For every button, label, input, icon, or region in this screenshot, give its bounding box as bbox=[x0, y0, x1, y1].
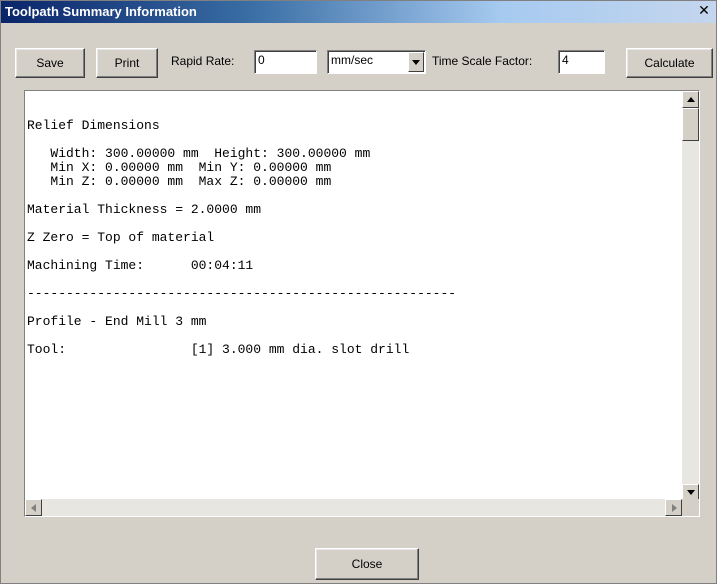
horizontal-scrollbar[interactable] bbox=[25, 499, 682, 516]
title-bar: Toolpath Summary Information ✕ bbox=[1, 1, 716, 23]
summary-line: Material Thickness = 2.0000 mm bbox=[27, 202, 262, 217]
summary-line: Min Z: 0.00000 mm Max Z: 0.00000 mm bbox=[27, 174, 332, 189]
summary-text: Relief Dimensions Width: 300.00000 mm He… bbox=[27, 119, 456, 357]
time-scale-label: Time Scale Factor: bbox=[432, 54, 533, 68]
summary-line: Width: 300.00000 mm Height: 300.00000 mm bbox=[27, 146, 371, 161]
rapid-rate-label: Rapid Rate: bbox=[171, 54, 235, 68]
scroll-right-arrow-icon[interactable] bbox=[665, 499, 682, 516]
summary-line bbox=[27, 217, 456, 231]
toolpath-summary-dialog: Toolpath Summary Information ✕ Save Prin… bbox=[0, 0, 717, 584]
dropdown-arrow-icon[interactable] bbox=[408, 52, 424, 72]
save-button[interactable]: Save bbox=[15, 48, 85, 78]
rapid-rate-input[interactable]: 0 bbox=[254, 50, 317, 74]
units-select[interactable]: mm/sec bbox=[327, 50, 426, 74]
summary-line bbox=[27, 329, 456, 343]
summary-line bbox=[27, 301, 456, 315]
scroll-up-arrow-icon[interactable] bbox=[682, 91, 699, 108]
time-scale-input[interactable]: 4 bbox=[558, 50, 605, 74]
summary-line: Profile - End Mill 3 mm bbox=[27, 314, 207, 329]
summary-line: Machining Time: 00:04:11 bbox=[27, 258, 254, 273]
close-icon[interactable]: ✕ bbox=[696, 3, 712, 19]
scroll-left-arrow-icon[interactable] bbox=[25, 499, 42, 516]
summary-line: Relief Dimensions bbox=[27, 118, 160, 133]
window-title: Toolpath Summary Information bbox=[5, 4, 197, 19]
scrollbar-corner bbox=[682, 499, 699, 516]
summary-text-area[interactable]: Relief Dimensions Width: 300.00000 mm He… bbox=[24, 90, 700, 517]
summary-line bbox=[27, 133, 456, 147]
close-button[interactable]: Close bbox=[315, 548, 419, 580]
print-button[interactable]: Print bbox=[96, 48, 158, 78]
summary-line: Z Zero = Top of material bbox=[27, 230, 215, 245]
vertical-scroll-thumb[interactable] bbox=[682, 108, 699, 141]
summary-line: Min X: 0.00000 mm Min Y: 0.00000 mm bbox=[27, 160, 332, 175]
summary-line bbox=[27, 189, 456, 203]
units-select-value: mm/sec bbox=[331, 53, 373, 67]
calculate-button[interactable]: Calculate bbox=[626, 48, 713, 78]
summary-line: Tool: [1] 3.000 mm dia. slot drill bbox=[27, 342, 410, 357]
summary-line bbox=[27, 245, 456, 259]
vertical-scrollbar[interactable] bbox=[682, 91, 699, 501]
summary-line bbox=[27, 273, 456, 287]
summary-line: ----------------------------------------… bbox=[27, 286, 457, 301]
